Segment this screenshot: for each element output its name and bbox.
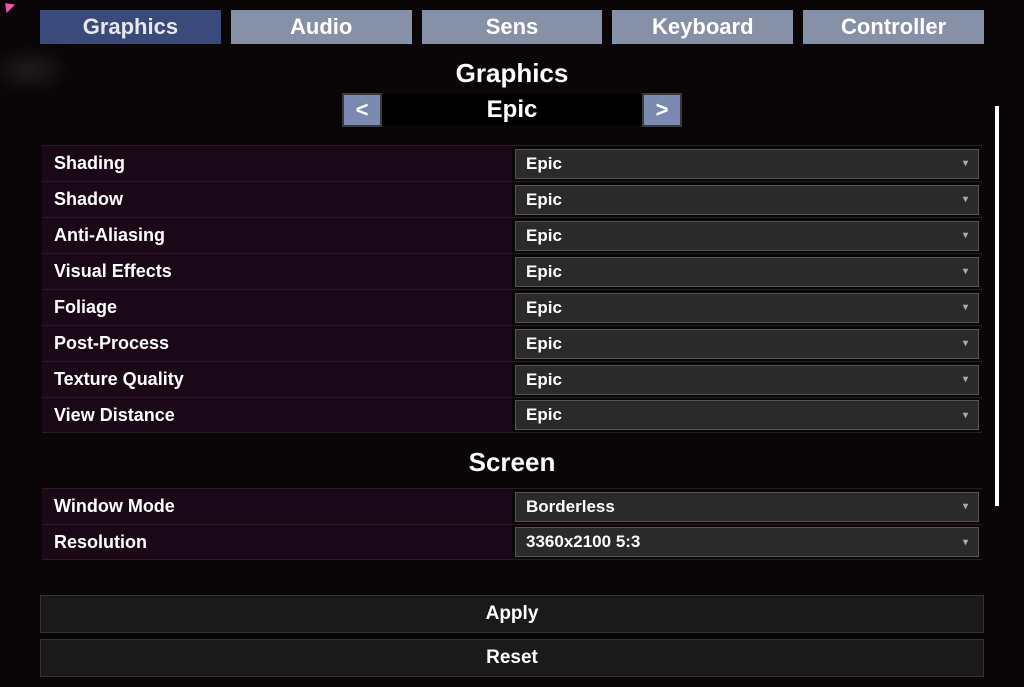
preset-prev-button[interactable]: < <box>342 93 382 127</box>
setting-value-text: Epic <box>526 226 562 246</box>
setting-value-text: Epic <box>526 298 562 318</box>
setting-value-text: Epic <box>526 405 562 425</box>
setting-row-windowmode: Window Mode Borderless ▾ <box>42 488 982 524</box>
chevron-down-icon: ▾ <box>963 302 968 313</box>
screen-settings-list: Window Mode Borderless ▾ Resolution 3360… <box>42 488 982 560</box>
tab-audio[interactable]: Audio <box>231 10 412 44</box>
chevron-down-icon: ▾ <box>963 537 968 548</box>
setting-row-shadow: Shadow Epic ▾ <box>42 181 982 217</box>
setting-label: Shadow <box>42 182 512 217</box>
setting-row-resolution: Resolution 3360x2100 5:3 ▾ <box>42 524 982 560</box>
setting-row-foliage: Foliage Epic ▾ <box>42 289 982 325</box>
setting-row-shading: Shading Epic ▾ <box>42 145 982 181</box>
setting-dropdown-postprocess[interactable]: Epic ▾ <box>515 329 979 359</box>
chevron-down-icon: ▾ <box>963 374 968 385</box>
setting-value-text: Epic <box>526 190 562 210</box>
preset-value: Epic <box>382 94 642 126</box>
setting-value-text: Epic <box>526 370 562 390</box>
tab-sens[interactable]: Sens <box>422 10 603 44</box>
setting-label: View Distance <box>42 398 512 432</box>
setting-dropdown-resolution[interactable]: 3360x2100 5:3 ▾ <box>515 527 979 557</box>
setting-row-antialiasing: Anti-Aliasing Epic ▾ <box>42 217 982 253</box>
setting-label: Shading <box>42 146 512 181</box>
setting-value-text: Epic <box>526 262 562 282</box>
chevron-down-icon: ▾ <box>963 158 968 169</box>
setting-dropdown-shadow[interactable]: Epic ▾ <box>515 185 979 215</box>
tab-controller[interactable]: Controller <box>803 10 984 44</box>
scroll-area: Graphics < Epic > Shading Epic ▾ Shadow … <box>40 50 984 580</box>
chevron-down-icon: ▾ <box>963 410 968 421</box>
setting-label: Texture Quality <box>42 362 512 397</box>
setting-label: Resolution <box>42 525 512 559</box>
tab-graphics[interactable]: Graphics <box>40 10 221 44</box>
chevron-down-icon: ▾ <box>963 230 968 241</box>
tab-bar: Graphics Audio Sens Keyboard Controller <box>0 0 1024 50</box>
tab-keyboard[interactable]: Keyboard <box>612 10 793 44</box>
setting-value-text: Borderless <box>526 497 615 517</box>
setting-label: Foliage <box>42 290 512 325</box>
setting-label: Post-Process <box>42 326 512 361</box>
setting-row-viewdistance: View Distance Epic ▾ <box>42 397 982 433</box>
setting-dropdown-windowmode[interactable]: Borderless ▾ <box>515 492 979 522</box>
setting-value-text: Epic <box>526 154 562 174</box>
reset-button[interactable]: Reset <box>40 639 984 677</box>
setting-value-text: Epic <box>526 334 562 354</box>
bottom-actions: Apply Reset <box>0 589 1024 687</box>
setting-dropdown-antialiasing[interactable]: Epic ▾ <box>515 221 979 251</box>
chevron-down-icon: ▾ <box>963 266 968 277</box>
preset-selector: < Epic > <box>40 93 984 127</box>
setting-label: Window Mode <box>42 489 512 524</box>
apply-button[interactable]: Apply <box>40 595 984 633</box>
chevron-down-icon: ▾ <box>963 338 968 349</box>
scrollbar[interactable] <box>995 106 999 506</box>
setting-value-text: 3360x2100 5:3 <box>526 532 640 552</box>
graphics-settings-list: Shading Epic ▾ Shadow Epic ▾ Anti-Aliasi… <box>42 145 982 433</box>
chevron-down-icon: ▾ <box>963 501 968 512</box>
setting-row-postprocess: Post-Process Epic ▾ <box>42 325 982 361</box>
preset-next-button[interactable]: > <box>642 93 682 127</box>
setting-label: Anti-Aliasing <box>42 218 512 253</box>
chevron-down-icon: ▾ <box>963 194 968 205</box>
setting-dropdown-texturequality[interactable]: Epic ▾ <box>515 365 979 395</box>
section-title-graphics: Graphics <box>40 58 984 89</box>
setting-label: Visual Effects <box>42 254 512 289</box>
setting-row-visualeffects: Visual Effects Epic ▾ <box>42 253 982 289</box>
content-wrapper: Graphics < Epic > Shading Epic ▾ Shadow … <box>0 50 1024 580</box>
setting-dropdown-visualeffects[interactable]: Epic ▾ <box>515 257 979 287</box>
setting-dropdown-viewdistance[interactable]: Epic ▾ <box>515 400 979 430</box>
setting-dropdown-shading[interactable]: Epic ▾ <box>515 149 979 179</box>
setting-dropdown-foliage[interactable]: Epic ▾ <box>515 293 979 323</box>
section-title-screen: Screen <box>40 447 984 478</box>
setting-row-texturequality: Texture Quality Epic ▾ <box>42 361 982 397</box>
